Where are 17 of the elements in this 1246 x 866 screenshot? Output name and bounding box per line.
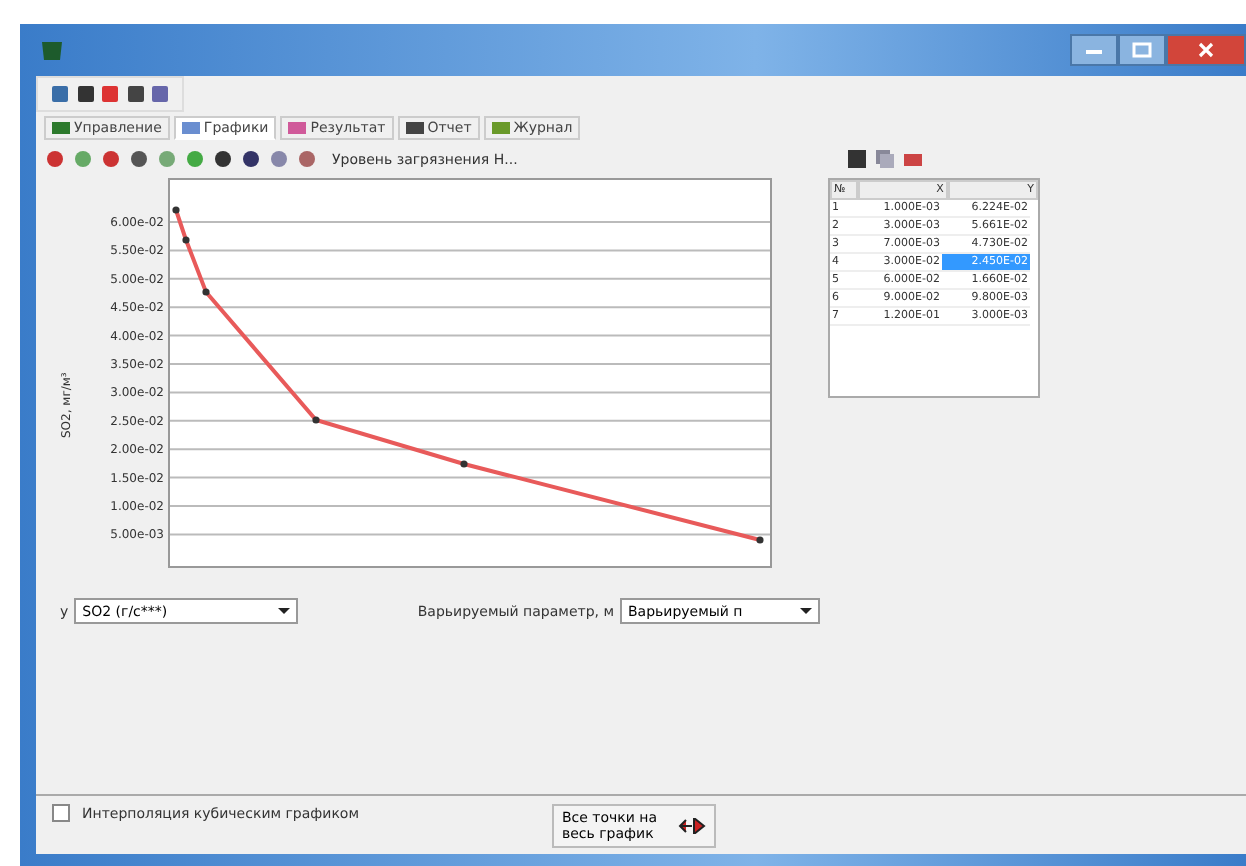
tab-icon <box>52 120 70 136</box>
toolbar-icon[interactable] <box>128 148 150 170</box>
close-icon <box>1196 42 1216 58</box>
arrow-icon <box>678 818 706 834</box>
checkbox[interactable] <box>52 804 70 822</box>
toolbar-icon[interactable] <box>240 148 262 170</box>
tab-icon <box>288 120 307 136</box>
toolbar-icon[interactable] <box>212 148 234 170</box>
minimize-button[interactable] <box>1070 34 1118 66</box>
maximize-icon <box>1132 42 1152 58</box>
tab-icon <box>405 120 424 136</box>
close-button[interactable] <box>1166 34 1246 66</box>
minimize-icon <box>1084 44 1104 56</box>
tab-icon <box>491 120 510 136</box>
maximize-button[interactable] <box>1118 34 1166 66</box>
tab-icon <box>181 120 200 136</box>
app-icon <box>40 38 64 62</box>
